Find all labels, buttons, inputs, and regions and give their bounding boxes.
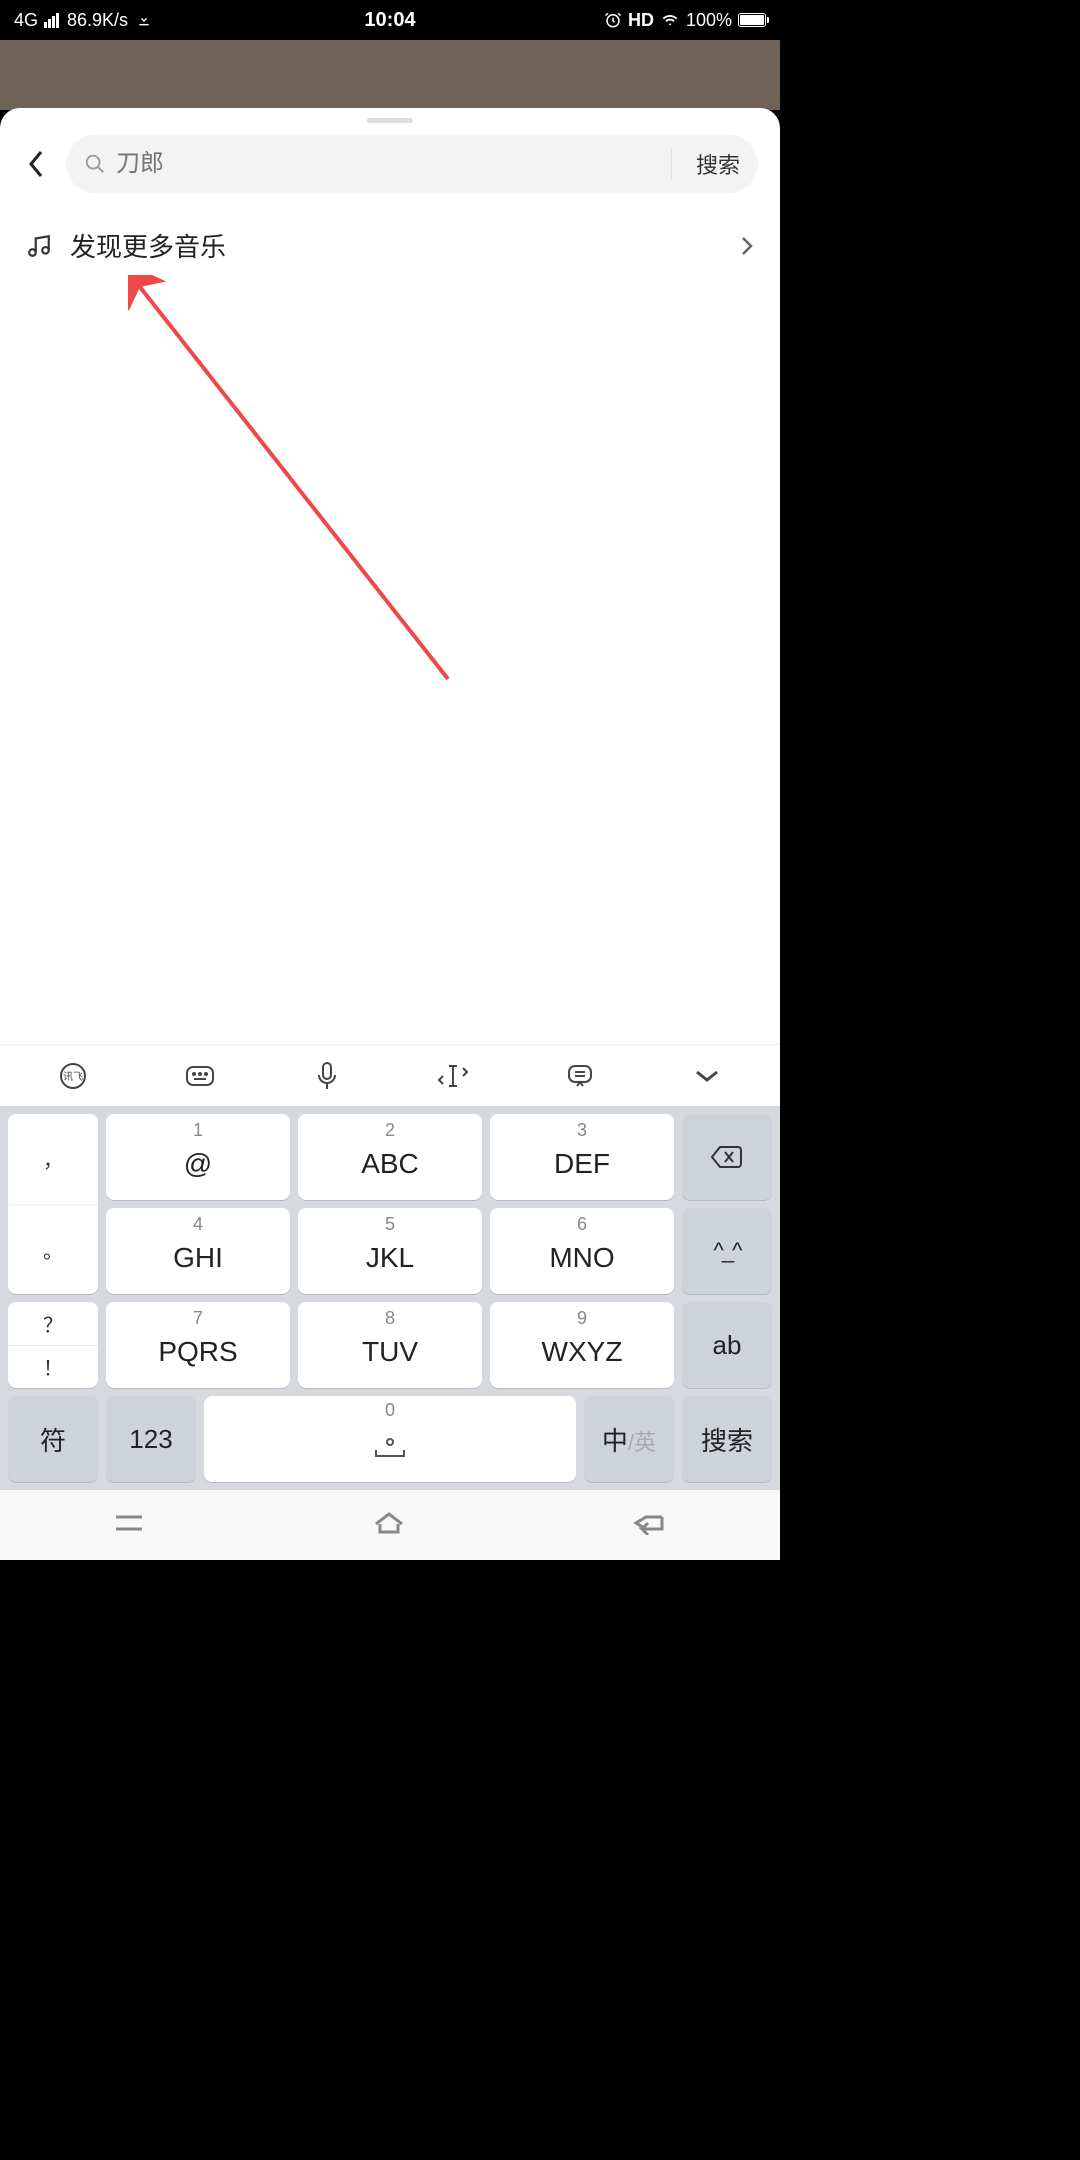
backspace-icon xyxy=(710,1144,744,1170)
message-icon[interactable] xyxy=(558,1054,602,1098)
nav-menu-icon[interactable] xyxy=(112,1511,146,1540)
space-icon xyxy=(370,1436,410,1465)
drag-handle[interactable] xyxy=(367,118,413,123)
key-8[interactable]: 8 TUV xyxy=(298,1302,482,1388)
search-icon xyxy=(84,153,106,175)
key-6[interactable]: 6 MNO xyxy=(490,1208,674,1294)
emoji-key[interactable]: ^_^ xyxy=(682,1208,772,1294)
search-box[interactable]: 搜索 xyxy=(66,135,758,193)
signal-icon xyxy=(44,13,59,28)
search-button[interactable]: 搜索 xyxy=(682,148,740,180)
nav-bar xyxy=(0,1490,780,1560)
key-7[interactable]: 7 PQRS xyxy=(106,1302,290,1388)
status-bar: 4G 86.9K/s 10:04 HD 100% xyxy=(0,0,780,40)
alarm-icon xyxy=(604,11,622,29)
keyboard: 讯飞 ， 。 1 @ 2 ABC 3 xyxy=(0,1044,780,1560)
num-mode-key[interactable]: 123 xyxy=(106,1396,196,1482)
space-key[interactable]: 0 xyxy=(204,1396,576,1482)
mic-icon[interactable] xyxy=(305,1054,349,1098)
key-1[interactable]: 1 @ xyxy=(106,1114,290,1200)
svg-text:讯飞: 讯飞 xyxy=(63,1071,83,1083)
key-4[interactable]: 4 GHI xyxy=(106,1208,290,1294)
question-key[interactable]: ？ xyxy=(8,1302,98,1346)
search-divider xyxy=(671,149,672,179)
lang-primary: 中 xyxy=(602,1426,628,1456)
back-button[interactable] xyxy=(22,149,50,179)
ab-key[interactable]: ab xyxy=(682,1302,772,1388)
collapse-keyboard-icon[interactable] xyxy=(685,1054,729,1098)
status-time: 10:04 xyxy=(364,9,415,31)
exclaim-key[interactable]: ！ xyxy=(8,1346,98,1389)
battery-pct: 100% xyxy=(686,10,732,31)
music-icon xyxy=(26,233,52,259)
cursor-icon[interactable] xyxy=(431,1054,475,1098)
punct-key-1[interactable]: ， 。 xyxy=(8,1114,98,1294)
key-2[interactable]: 2 ABC xyxy=(298,1114,482,1200)
punct-key-2[interactable]: ？ ！ xyxy=(8,1302,98,1388)
background-strip xyxy=(0,40,780,110)
hd-label: HD xyxy=(628,10,654,31)
download-icon xyxy=(136,12,152,28)
lang-secondary: 英 xyxy=(634,1430,656,1455)
key-3[interactable]: 3 DEF xyxy=(490,1114,674,1200)
symbol-key[interactable]: 符 xyxy=(8,1396,98,1482)
keyboard-icon[interactable] xyxy=(178,1054,222,1098)
battery-icon xyxy=(738,13,766,27)
backspace-key[interactable] xyxy=(682,1114,772,1200)
comma-key[interactable]: ， xyxy=(8,1114,98,1205)
nav-home-icon[interactable] xyxy=(370,1510,408,1541)
wifi-icon xyxy=(660,12,680,28)
key-5[interactable]: 5 JKL xyxy=(298,1208,482,1294)
chevron-right-icon xyxy=(740,235,754,257)
nav-back-icon[interactable] xyxy=(632,1511,668,1540)
ifly-icon[interactable]: 讯飞 xyxy=(51,1054,95,1098)
lang-key[interactable]: 中/英 xyxy=(584,1396,674,1482)
key-9[interactable]: 9 WXYZ xyxy=(490,1302,674,1388)
network-type: 4G xyxy=(14,10,38,31)
search-input[interactable] xyxy=(116,150,661,178)
period-key[interactable]: 。 xyxy=(8,1205,98,1295)
discover-label: 发现更多音乐 xyxy=(70,227,722,264)
enter-key[interactable]: 搜索 xyxy=(682,1396,772,1482)
discover-more-row[interactable]: 发现更多音乐 xyxy=(0,193,780,264)
network-speed: 86.9K/s xyxy=(67,10,128,31)
keyboard-toolbar: 讯飞 xyxy=(0,1044,780,1106)
